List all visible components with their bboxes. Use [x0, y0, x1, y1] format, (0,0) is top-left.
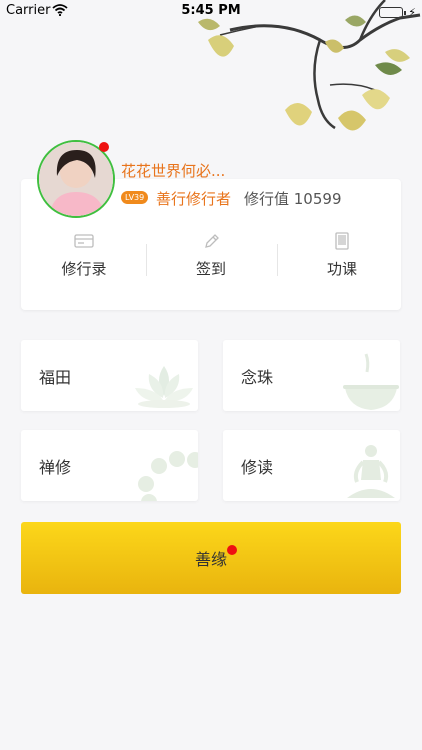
divider: [146, 244, 147, 276]
notification-dot: [99, 142, 109, 152]
action-label: 功课: [326, 260, 357, 278]
tile-nianzhu[interactable]: 念珠: [223, 340, 400, 411]
lotus-icon: [135, 366, 193, 408]
tile-label: 修读: [241, 458, 274, 477]
divider: [277, 244, 278, 276]
tile-xiudu[interactable]: 修读: [223, 430, 400, 501]
action-lessons[interactable]: 功课: [279, 228, 405, 288]
cultivation-value: 修行值 10599: [244, 190, 342, 208]
rank-title: 善行修行者: [156, 190, 232, 208]
tile-label: 禅修: [39, 458, 72, 477]
prayer-beads-icon: [138, 451, 198, 501]
action-row: 修行录 签到 功课: [21, 228, 401, 288]
book-icon: [335, 232, 349, 250]
tile-chanxiu[interactable]: 禅修: [21, 430, 198, 501]
pencil-icon: [205, 234, 219, 248]
avatar-photo: [39, 142, 113, 216]
card-icon: [74, 234, 94, 248]
incense-bowl-icon: [343, 353, 399, 410]
tile-futian[interactable]: 福田: [21, 340, 198, 411]
action-label: 签到: [195, 260, 226, 278]
action-practice-record[interactable]: 修行录: [21, 228, 147, 288]
nickname[interactable]: 花花世界何必...: [121, 160, 225, 181]
notification-dot: [227, 545, 237, 555]
action-label: 修行录: [61, 260, 107, 278]
donate-button[interactable]: 善缘: [21, 522, 401, 594]
level-badge: LV39: [121, 191, 149, 204]
tile-label: 念珠: [241, 368, 274, 387]
action-check-in[interactable]: 签到: [148, 228, 274, 288]
bodhi-branch-decoration: [198, 0, 421, 131]
tile-label: 福田: [39, 368, 72, 387]
meditation-figure-icon: [347, 445, 395, 498]
